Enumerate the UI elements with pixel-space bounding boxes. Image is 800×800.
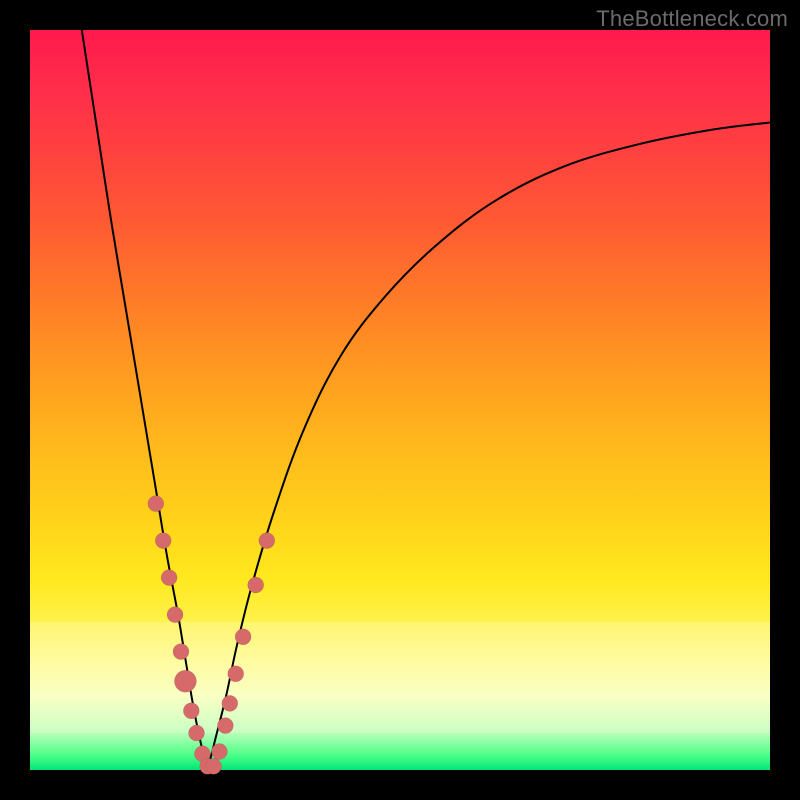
chart-svg [30, 30, 770, 770]
curve-right-branch [208, 123, 770, 771]
data-marker [174, 670, 196, 692]
data-marker [222, 695, 238, 711]
plot-area [30, 30, 770, 770]
data-marker [173, 644, 189, 660]
data-marker [189, 725, 205, 741]
marker-group [148, 496, 275, 775]
watermark-text: TheBottleneck.com [596, 6, 788, 32]
data-marker [155, 533, 171, 549]
data-marker [228, 666, 244, 682]
curve-left-branch [82, 30, 208, 770]
data-marker [211, 744, 227, 760]
data-marker [248, 577, 264, 593]
data-marker [183, 703, 199, 719]
data-marker [217, 718, 233, 734]
data-marker [148, 496, 164, 512]
data-marker [206, 758, 222, 774]
data-marker [235, 629, 251, 645]
chart-frame: TheBottleneck.com [0, 0, 800, 800]
data-marker [259, 533, 275, 549]
data-marker [167, 607, 183, 623]
data-marker [161, 570, 177, 586]
